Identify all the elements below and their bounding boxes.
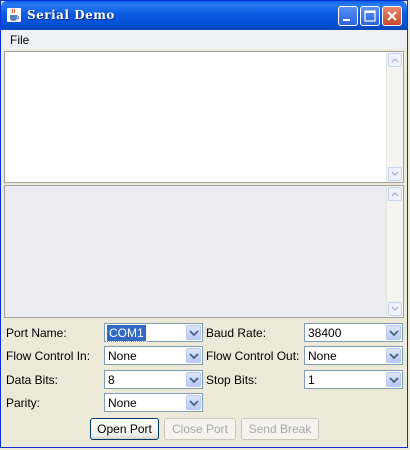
chevron-down-icon [389,377,399,383]
output-scrollbar[interactable] [386,52,403,182]
send-break-button[interactable]: Send Break [241,418,319,440]
chevron-down-icon [389,330,399,336]
stop-bits-select[interactable]: 1 [304,370,403,389]
chevron-down-icon [189,377,199,383]
flow-control-in-value: None [108,349,137,363]
dropdown-button[interactable] [386,372,401,387]
flow-control-in-select[interactable]: None [104,346,203,365]
scroll-down-button[interactable] [388,167,402,181]
serial-demo-window: Serial Demo File Port Name: COM1 Baud Ra… [0,0,408,448]
dropdown-button[interactable] [386,325,401,340]
flow-control-out-value: None [308,349,337,363]
flow-control-in-label: Flow Control In: [6,349,91,363]
stop-bits-value: 1 [308,373,315,387]
input-text-pane[interactable] [4,185,404,318]
output-textarea[interactable] [5,52,386,182]
minimize-icon [343,19,350,21]
window-title: Serial Demo [27,8,115,22]
dropdown-button[interactable] [186,372,201,387]
chevron-down-icon [389,353,399,359]
chevron-down-icon [189,400,199,406]
maximize-icon [364,10,376,22]
chevron-down-icon [189,330,199,336]
open-port-button[interactable]: Open Port [90,418,159,440]
port-name-label: Port Name: [6,326,67,340]
baud-rate-select[interactable]: 38400 [304,323,403,342]
dropdown-button[interactable] [186,325,201,340]
output-text-pane[interactable] [4,51,404,183]
menu-file[interactable]: File [10,33,29,47]
input-scrollbar[interactable] [386,186,403,317]
scroll-up-button[interactable] [388,187,402,201]
close-port-button[interactable]: Close Port [164,418,236,440]
data-bits-value: 8 [108,373,115,387]
minimize-button[interactable] [338,6,358,26]
baud-rate-label: Baud Rate: [206,326,267,340]
scroll-up-button[interactable] [388,53,402,67]
java-cup-icon [7,8,21,22]
close-icon [387,11,397,21]
port-name-value: COM1 [106,324,147,342]
chevron-up-icon [391,57,399,63]
scroll-down-button[interactable] [388,302,402,316]
maximize-button[interactable] [360,6,380,26]
menu-bar: File [3,30,407,49]
port-name-select[interactable]: COM1 [104,323,203,342]
flow-control-out-select[interactable]: None [304,346,403,365]
parity-select[interactable]: None [104,393,203,412]
title-bar[interactable]: Serial Demo [1,1,407,30]
data-bits-select[interactable]: 8 [104,370,203,389]
dropdown-button[interactable] [386,348,401,363]
stop-bits-label: Stop Bits: [206,373,258,387]
close-button[interactable] [382,6,402,26]
chevron-down-icon [391,306,399,312]
baud-rate-value: 38400 [308,326,342,340]
flow-control-out-label: Flow Control Out: [206,349,300,363]
parity-label: Parity: [6,396,41,410]
chevron-up-icon [391,191,399,197]
input-textarea[interactable] [5,186,386,317]
chevron-down-icon [391,171,399,177]
parity-value: None [108,396,137,410]
dropdown-button[interactable] [186,348,201,363]
data-bits-label: Data Bits: [6,373,59,387]
chevron-down-icon [189,353,199,359]
dropdown-button[interactable] [186,395,201,410]
